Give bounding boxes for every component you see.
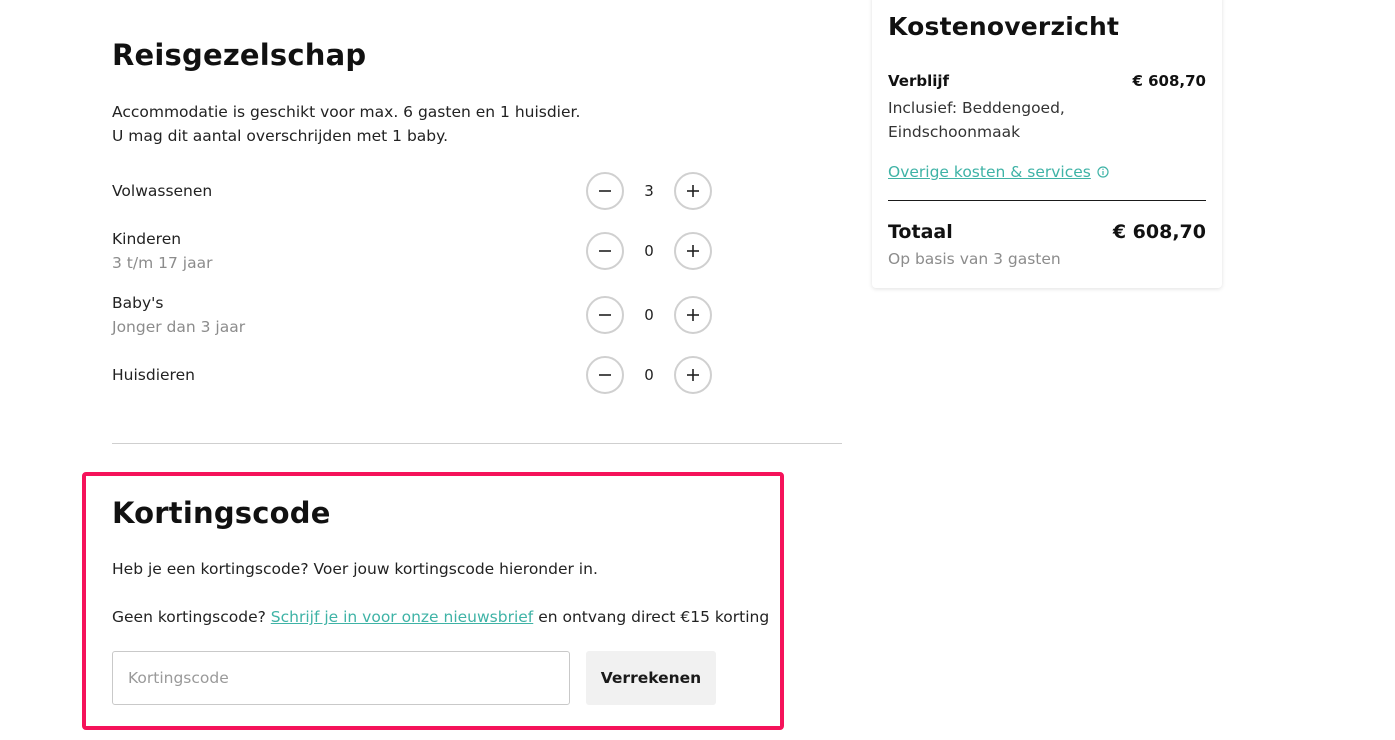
travel-party-intro: Accommodatie is geschikt voor max. 6 gas… — [112, 100, 580, 148]
other-costs-link[interactable]: Overige kosten & services — [888, 163, 1109, 182]
newsletter-promo: Geen kortingscode? Schrijf je in voor on… — [112, 608, 769, 626]
stay-label: Verblijf — [888, 72, 950, 90]
guest-row-label: Volwassenen — [112, 182, 213, 200]
discount-instructions: Heb je een kortingscode? Voer jouw korti… — [112, 560, 598, 578]
discount-title: Kortingscode — [112, 496, 331, 530]
babies-stepper: 0 — [586, 296, 716, 336]
adults-increment-button[interactable] — [674, 172, 712, 210]
guest-row-label: Huisdieren — [112, 366, 195, 384]
children-stepper: 0 — [586, 232, 716, 272]
section-divider — [112, 443, 842, 444]
guest-row-label: Baby's — [112, 294, 164, 312]
pets-count: 0 — [644, 366, 654, 384]
plus-icon — [687, 245, 699, 257]
capacity-text: Accommodatie is geschikt voor max. 6 gas… — [112, 103, 581, 121]
stay-included-items: Inclusief: Beddengoed, Eindschoonmaak — [888, 99, 1065, 141]
minus-icon — [599, 250, 611, 252]
newsletter-signup-link[interactable]: Schrijf je in voor onze nieuwsbrief — [271, 608, 533, 626]
babies-increment-button[interactable] — [674, 296, 712, 334]
plus-icon — [687, 185, 699, 197]
discount-code-input[interactable] — [112, 651, 570, 705]
guest-row-sublabel: 3 t/m 17 jaar — [112, 254, 213, 272]
guest-row-children: Kinderen 3 t/m 17 jaar 0 — [112, 230, 722, 276]
pets-decrement-button[interactable] — [586, 356, 624, 394]
guest-row-babies: Baby's Jonger dan 3 jaar 0 — [112, 294, 722, 340]
plus-icon — [687, 369, 699, 381]
adults-count: 3 — [644, 182, 654, 200]
minus-icon — [599, 190, 611, 192]
plus-icon — [687, 309, 699, 321]
minus-icon — [599, 314, 611, 316]
children-decrement-button[interactable] — [586, 232, 624, 270]
adults-decrement-button[interactable] — [586, 172, 624, 210]
newsletter-promo-suffix: en ontvang direct €15 korting — [538, 608, 770, 626]
stay-price: € 608,70 — [1132, 72, 1206, 90]
babies-decrement-button[interactable] — [586, 296, 624, 334]
total-price: € 608,70 — [1112, 221, 1206, 243]
cost-divider — [888, 200, 1206, 201]
discount-section: Kortingscode Heb je een kortingscode? Vo… — [82, 472, 784, 730]
cost-overview-card: Kostenoverzicht Verblijf € 608,70 Inclus… — [872, 0, 1222, 288]
booking-page: Reisgezelschap Accommodatie is geschikt … — [0, 0, 1395, 740]
cost-overview-title: Kostenoverzicht — [888, 12, 1120, 41]
guest-row-adults: Volwassenen 3 — [112, 172, 722, 216]
minus-icon — [599, 374, 611, 376]
guest-row-label: Kinderen — [112, 230, 182, 248]
children-increment-button[interactable] — [674, 232, 712, 270]
total-label: Totaal — [888, 221, 953, 243]
baby-exception-text: U mag dit aantal overschrijden met 1 bab… — [112, 127, 449, 145]
apply-discount-button[interactable]: Verrekenen — [586, 651, 716, 705]
children-count: 0 — [644, 242, 654, 260]
adults-stepper: 3 — [586, 172, 716, 212]
newsletter-promo-prefix: Geen kortingscode? — [112, 608, 266, 626]
travel-party-title: Reisgezelschap — [112, 38, 367, 72]
babies-count: 0 — [644, 306, 654, 324]
info-icon[interactable] — [1097, 164, 1109, 182]
pets-stepper: 0 — [586, 356, 716, 396]
pets-increment-button[interactable] — [674, 356, 712, 394]
total-basis-note: Op basis van 3 gasten — [888, 250, 1061, 268]
guest-row-pets: Huisdieren 0 — [112, 356, 722, 400]
other-costs-label[interactable]: Overige kosten & services — [888, 163, 1091, 181]
guest-row-sublabel: Jonger dan 3 jaar — [112, 318, 246, 336]
